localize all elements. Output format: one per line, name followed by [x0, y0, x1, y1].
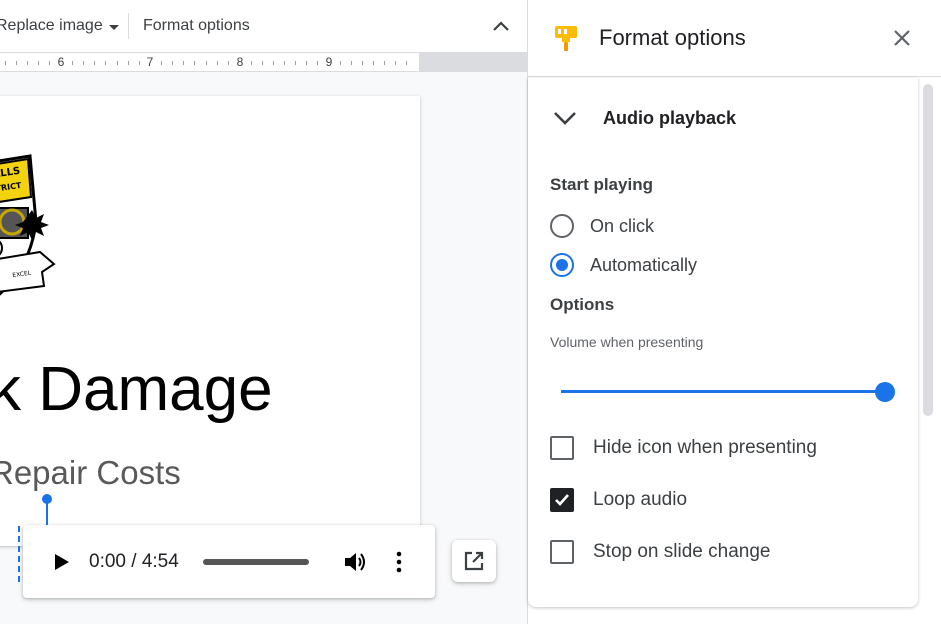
radio-button [550, 214, 574, 238]
checkmark-icon [555, 494, 569, 506]
volume-slider-thumb[interactable] [875, 382, 895, 402]
ruler-number: 6 [57, 55, 65, 69]
checkbox [550, 540, 574, 564]
more-vertical-icon[interactable] [393, 550, 405, 574]
slide-title[interactable]: k Damage [0, 354, 273, 426]
ruler-margin [419, 52, 527, 72]
close-icon[interactable] [892, 28, 912, 48]
open-in-new-button[interactable] [452, 540, 496, 582]
radio-label: Automatically [590, 254, 698, 275]
chevron-down-icon [554, 112, 576, 125]
open-in-new-icon [464, 551, 484, 571]
checkbox-hide-icon[interactable]: Hide icon when presenting [550, 435, 817, 461]
radio-button-selected [550, 253, 574, 277]
panel-header: Format options [528, 0, 941, 77]
checkbox [550, 436, 574, 460]
selection-border [18, 526, 22, 582]
radio-automatically[interactable]: Automatically [550, 252, 697, 278]
checkbox-loop-audio[interactable]: Loop audio [550, 487, 687, 513]
slide-subtitle[interactable]: Repair Costs [0, 453, 181, 493]
image-toolbar: Replace image Format options [0, 0, 527, 52]
checkbox-label: Stop on slide change [593, 541, 771, 562]
replace-image-button[interactable]: Replace image [0, 14, 119, 38]
audio-playback-section-toggle[interactable]: Audio playback [548, 100, 736, 136]
panel-scrollbar[interactable] [923, 84, 933, 416]
ruler-number: 7 [146, 55, 154, 69]
paint-roller-icon [555, 26, 577, 51]
school-crest-logo: FALLS STRICT EXCEL [0, 154, 56, 296]
ruler: 6 7 8 9 [0, 52, 419, 72]
volume-slider-track[interactable] [561, 390, 883, 393]
ruler-number: 9 [325, 55, 333, 69]
editor-area: Replace image Format options 6 7 8 9 FAL… [0, 0, 527, 624]
checkbox-checked [550, 488, 574, 512]
volume-icon[interactable] [343, 551, 367, 573]
format-options-button[interactable]: Format options [143, 14, 250, 38]
play-icon[interactable] [51, 552, 71, 572]
format-options-panel: Format options Audio playback Start play… [527, 0, 941, 624]
volume-label: Volume when presenting [550, 334, 704, 350]
panel-title: Format options [599, 25, 746, 50]
start-playing-label: Start playing [550, 175, 653, 194]
checkbox-stop-on-slide-change[interactable]: Stop on slide change [550, 539, 770, 565]
audio-progress-track[interactable] [203, 559, 309, 565]
checkbox-label: Hide icon when presenting [593, 437, 817, 458]
toolbar-divider [128, 13, 129, 39]
replace-image-label: Replace image [0, 17, 103, 34]
radio-on-click[interactable]: On click [550, 213, 654, 239]
ruler-number: 8 [236, 55, 244, 69]
radio-label: On click [590, 215, 655, 236]
caret-down-icon [108, 24, 119, 30]
checkbox-label: Loop audio [593, 489, 688, 510]
slide-canvas[interactable]: FALLS STRICT EXCEL k Damage Repair Costs [0, 96, 420, 546]
audio-time: 0:00 / 4:54 [89, 551, 179, 572]
chevron-up-icon[interactable] [488, 14, 514, 38]
options-label: Options [550, 295, 615, 314]
rotation-handle[interactable] [42, 494, 52, 504]
section-title: Audio playback [603, 107, 737, 128]
audio-player: 0:00 / 4:54 [23, 525, 435, 598]
audio-playback-card: Audio playback Start playing On click Au… [528, 78, 918, 607]
